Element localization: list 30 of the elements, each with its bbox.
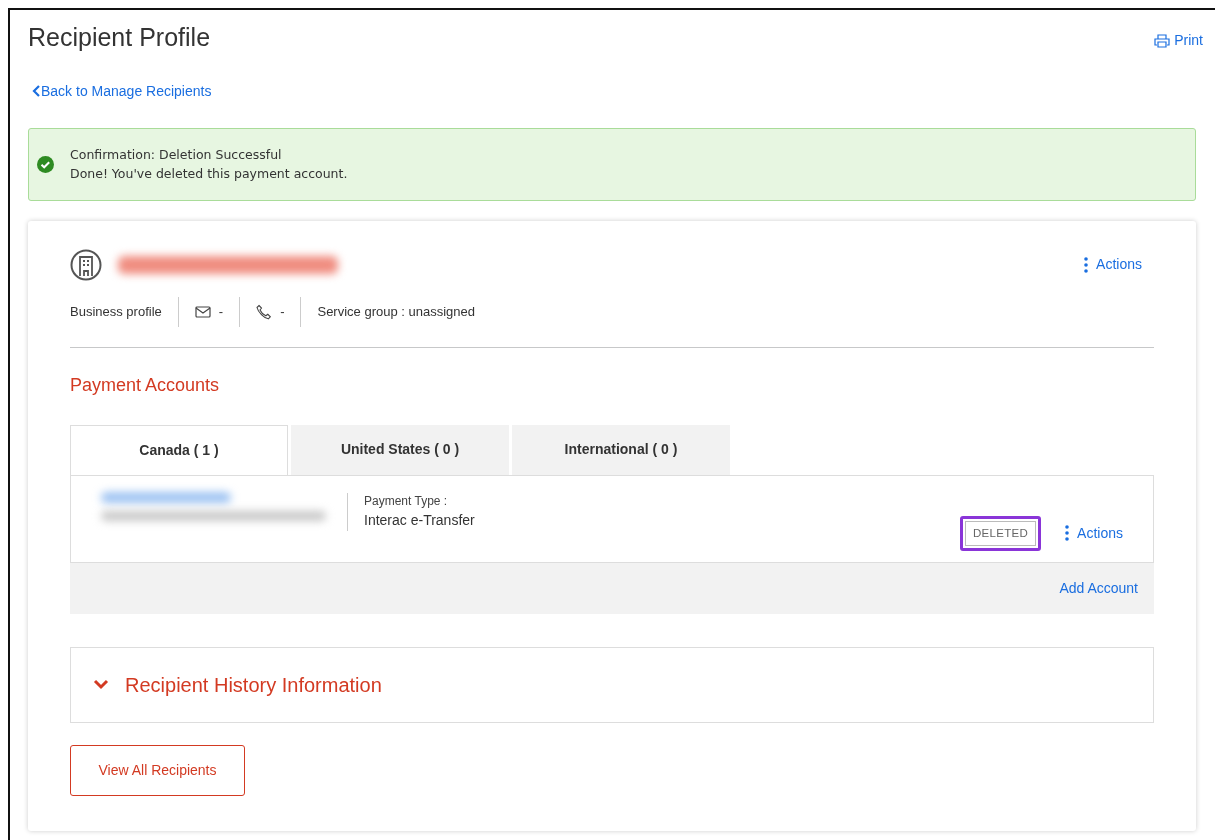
add-account-link[interactable]: Add Account — [1059, 577, 1138, 599]
service-group: Service group : unassigned — [317, 301, 475, 322]
country-tab[interactable]: Canada ( 1 ) — [70, 424, 288, 475]
actions-link[interactable]: Actions — [1084, 254, 1142, 275]
more-icon — [1065, 525, 1070, 542]
envelope-icon — [194, 305, 211, 318]
payment-type-value: Interac e-Transfer — [364, 510, 476, 530]
more-icon — [1084, 256, 1089, 273]
chevron-down-icon[interactable] — [93, 679, 109, 690]
phone-value: - — [280, 302, 285, 321]
building-icon — [70, 248, 102, 281]
actions-link[interactable]: Actions — [1065, 522, 1123, 544]
status-badge: DELETED — [959, 515, 1042, 551]
profile-type: Business profile — [70, 302, 162, 321]
section-title: Payment Accounts — [70, 373, 221, 397]
page-title: Recipient Profile — [28, 22, 211, 52]
chevron-left-icon — [32, 85, 41, 97]
print-link[interactable]: Print — [1154, 30, 1203, 51]
history-title[interactable]: Recipient History Information — [125, 669, 382, 700]
back-link[interactable]: Back to Manage Recipients — [32, 80, 212, 102]
payment-type-label: Payment Type : — [364, 492, 449, 510]
country-tab[interactable]: United States ( 0 ) — [291, 424, 509, 475]
printer-icon — [1154, 33, 1171, 48]
check-circle-icon — [37, 156, 54, 174]
alert-message: Done! You've deleted this payment account. — [70, 164, 348, 183]
email-value: - — [218, 302, 224, 321]
alert-title: Confirmation: Deletion Successful — [70, 146, 283, 164]
country-tab[interactable]: International ( 0 ) — [512, 424, 730, 475]
phone-icon — [256, 303, 273, 320]
view-all-button[interactable]: View All Recipients — [70, 744, 245, 796]
